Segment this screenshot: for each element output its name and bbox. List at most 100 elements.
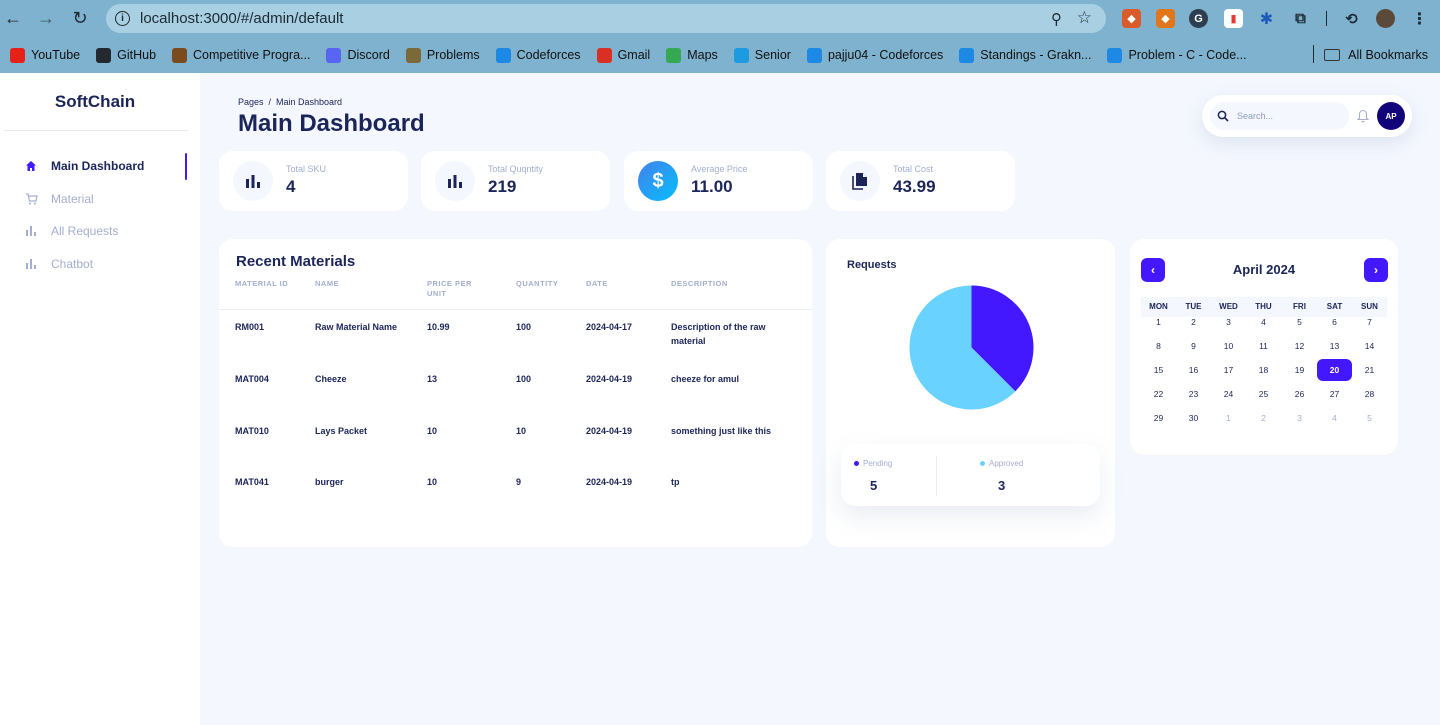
calendar-day[interactable]: 18 <box>1246 359 1281 381</box>
calendar-day[interactable]: 27 <box>1317 383 1352 405</box>
back-arrow-icon[interactable]: ← <box>0 0 30 37</box>
calendar-day-outside-month[interactable]: 1 <box>1211 407 1246 429</box>
calendar-day[interactable]: 26 <box>1282 383 1317 405</box>
sidebar-item-main-dashboard[interactable]: Main Dashboard <box>24 156 144 176</box>
sidebar-item-label: Material <box>51 192 94 206</box>
bookmark-star-icon[interactable]: ☆ <box>1077 8 1092 28</box>
address-bar[interactable]: i localhost:3000/#/admin/default ⚲ ☆ <box>106 4 1106 33</box>
calendar-day[interactable]: 17 <box>1211 359 1246 381</box>
site-info-icon[interactable]: i <box>115 11 130 26</box>
bookmark-label: Maps <box>687 48 718 62</box>
table-cell: 2024-04-19 <box>586 426 633 436</box>
calendar-day[interactable]: 29 <box>1141 407 1176 429</box>
bookmark-item[interactable]: Problems <box>400 41 486 69</box>
bookmark-item[interactable]: Gmail <box>591 41 657 69</box>
bookmark-label: Problems <box>426 48 480 62</box>
avatar[interactable]: AP <box>1377 102 1405 130</box>
calendar-day-outside-month[interactable]: 2 <box>1246 407 1281 429</box>
calendar-day[interactable]: 2 <box>1176 311 1211 333</box>
calendar-next-button[interactable]: › <box>1364 258 1388 282</box>
calendar-day[interactable]: 6 <box>1317 311 1352 333</box>
calendar-day[interactable]: 12 <box>1282 335 1317 357</box>
sidebar-item-chatbot[interactable]: Chatbot <box>24 254 93 274</box>
extension-icon-5[interactable]: ✱ <box>1257 9 1276 28</box>
calendar-day[interactable]: 10 <box>1211 335 1246 357</box>
calendar-day-outside-month[interactable]: 4 <box>1317 407 1352 429</box>
calendar-day[interactable]: 9 <box>1176 335 1211 357</box>
calendar-day-outside-month[interactable]: 3 <box>1282 407 1317 429</box>
forward-arrow-icon[interactable]: → <box>29 0 63 37</box>
table-cell: 10 <box>427 477 438 487</box>
calendar-day[interactable]: 25 <box>1246 383 1281 405</box>
calendar-day[interactable]: 28 <box>1352 383 1387 405</box>
menu-kebab-icon[interactable]: ⋮ <box>1410 9 1429 28</box>
calendar-day[interactable]: 14 <box>1352 335 1387 357</box>
profile-avatar-icon[interactable] <box>1376 9 1395 28</box>
bookmark-item[interactable]: Discord <box>320 41 395 69</box>
sidebar-item-all-requests[interactable]: All Requests <box>24 221 118 241</box>
calendar-day[interactable]: 7 <box>1352 311 1387 333</box>
calendar-day-outside-month[interactable]: 5 <box>1352 407 1387 429</box>
reload-icon[interactable]: ↻ <box>63 0 97 37</box>
stat-card-total-cost: Total Cost 43.99 <box>826 151 1015 211</box>
extension-icon-3[interactable]: G <box>1189 9 1208 28</box>
legend-label: Approved <box>989 459 1024 468</box>
all-bookmarks-button[interactable]: All Bookmarks <box>1324 37 1428 73</box>
bell-icon[interactable] <box>1357 109 1369 123</box>
legend-value-approved: 3 <box>998 478 1006 493</box>
table-column-header: MATERIAL ID <box>235 279 289 288</box>
bookmark-favicon-icon <box>326 47 342 63</box>
extensions-puzzle-icon[interactable]: ⧉ <box>1291 9 1310 28</box>
bookmark-item[interactable]: YouTube <box>4 41 86 69</box>
calendar-day[interactable]: 23 <box>1176 383 1211 405</box>
calendar-day[interactable]: 3 <box>1211 311 1246 333</box>
calendar-day[interactable]: 13 <box>1317 335 1352 357</box>
calendar-day[interactable]: 20 <box>1317 359 1352 381</box>
bookmark-item[interactable]: GitHub <box>90 41 162 69</box>
zoom-icon[interactable]: ⚲ <box>1051 10 1062 28</box>
bookmark-item[interactable]: Standings - Grakn... <box>953 41 1097 69</box>
bookmark-item[interactable]: Senior <box>728 41 797 69</box>
calendar-day[interactable]: 1 <box>1141 311 1176 333</box>
stat-value: 43.99 <box>893 177 936 196</box>
all-bookmarks-label: All Bookmarks <box>1348 48 1428 62</box>
table-cell: RM001 <box>235 322 265 332</box>
calendar-day[interactable]: 21 <box>1352 359 1387 381</box>
extension-icon-6[interactable]: ⟲ <box>1342 9 1361 28</box>
sidebar-item-label: Chatbot <box>51 257 94 271</box>
bookmark-item[interactable]: Codeforces <box>490 41 587 69</box>
bookmark-item[interactable]: Problem - C - Code... <box>1101 41 1252 69</box>
extension-icon-2[interactable]: ◆ <box>1156 9 1175 28</box>
calendar-day[interactable]: 24 <box>1211 383 1246 405</box>
calendar-day[interactable]: 22 <box>1141 383 1176 405</box>
search-input[interactable] <box>1237 111 1337 121</box>
bookmark-label: Gmail <box>617 48 651 62</box>
calendar-day[interactable]: 4 <box>1246 311 1281 333</box>
legend-label: Pending <box>863 459 893 468</box>
sidebar-item-material[interactable]: Material <box>24 189 94 209</box>
bookmark-label: GitHub <box>117 48 157 62</box>
calendar-day[interactable]: 16 <box>1176 359 1211 381</box>
bookmark-item[interactable]: Maps <box>660 41 724 69</box>
calendar-card: ‹ April 2024 › MON TUE WED THU FRI SAT SUN 1 2 3 4… <box>1130 239 1398 455</box>
table-column-header: DESCRIPTION <box>671 279 728 288</box>
calendar-day[interactable]: 15 <box>1141 359 1176 381</box>
calendar-weekday-label: SUN <box>1361 302 1378 311</box>
calendar-day[interactable]: 19 <box>1282 359 1317 381</box>
extension-icon-4[interactable]: ▮ <box>1224 9 1243 28</box>
calendar-day[interactable]: 8 <box>1141 335 1176 357</box>
calendar-day[interactable]: 30 <box>1176 407 1211 429</box>
stat-value: 4 <box>286 177 296 196</box>
table-cell: Raw Material Name <box>315 322 398 332</box>
requests-card: Requests Pending 5 Approved 3 <box>826 239 1115 547</box>
bookmark-item[interactable]: pajju04 - Codeforces <box>801 41 949 69</box>
table-header-divider <box>219 309 812 310</box>
bookmark-item[interactable]: Competitive Progra... <box>166 41 316 69</box>
breadcrumb: Pages / Main Dashboard <box>238 97 343 107</box>
calendar-day[interactable]: 5 <box>1282 311 1317 333</box>
bookmark-favicon-icon <box>733 47 749 63</box>
calendar-day[interactable]: 11 <box>1246 335 1281 357</box>
pie-legend: Pending 5 Approved 3 <box>841 444 1100 506</box>
extension-icon-1[interactable]: ◆ <box>1122 9 1141 28</box>
search-bar[interactable] <box>1210 102 1349 130</box>
